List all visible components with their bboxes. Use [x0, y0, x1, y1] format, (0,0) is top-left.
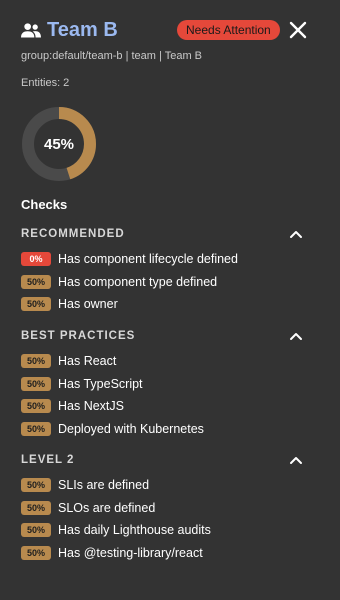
check-label: Deployed with Kubernetes: [58, 421, 204, 436]
check-label: Has NextJS: [58, 399, 124, 413]
chevron-up-icon[interactable]: [289, 331, 303, 341]
check-score-badge: 50%: [21, 297, 51, 311]
check-row: 50% SLOs are defined: [21, 500, 311, 516]
section-title: BEST PRACTICES: [21, 330, 136, 342]
check-label: Has component lifecycle defined: [58, 252, 238, 266]
entity-ref: group:default/team-b | team | Team B: [21, 50, 202, 62]
checks-heading: Checks: [21, 197, 68, 212]
check-label: Has @testing-library/react: [58, 545, 203, 560]
section-header: RECOMMENDED: [21, 226, 305, 244]
check-label: SLIs are defined: [58, 478, 150, 492]
check-row: 50% Has owner: [21, 296, 311, 312]
close-icon[interactable]: [289, 21, 307, 39]
check-row: 0% Has component lifecycle defined: [21, 251, 311, 267]
check-score-badge: 50%: [21, 478, 51, 492]
entity-count: Entities: 2: [21, 77, 70, 89]
section-title: RECOMMENDED: [21, 228, 125, 240]
status-badge: Needs Attention: [177, 20, 280, 40]
check-row: 50% SLIs are defined: [21, 477, 311, 493]
check-row: 50% Has daily Lighthouse audits: [21, 522, 311, 538]
check-score-badge: 50%: [21, 399, 51, 413]
section-header: BEST PRACTICES: [21, 328, 305, 346]
check-row: 50% Has @testing-library/react: [21, 545, 311, 561]
page-title: Team B: [47, 19, 118, 41]
check-score-badge: 50%: [21, 376, 51, 391]
check-row: 50% Has component type defined: [21, 274, 311, 290]
check-row: 50% Has NextJS: [21, 398, 311, 414]
check-label: Has TypeScript: [58, 376, 143, 391]
check-row: 50% Deployed with Kubernetes: [21, 421, 311, 437]
score-percent: 45%: [43, 135, 75, 153]
check-score-badge: 50%: [21, 421, 51, 436]
check-row: 50% Has TypeScript: [21, 376, 311, 392]
check-label: Has component type defined: [58, 274, 218, 289]
chevron-up-icon[interactable]: [289, 455, 303, 465]
team-icon: [21, 23, 41, 38]
check-label: Has owner: [58, 297, 118, 311]
check-score-badge: 50%: [21, 545, 51, 560]
panel-header: Team B Needs Attention: [21, 18, 340, 44]
check-score-badge: 0%: [21, 252, 51, 266]
check-score-badge: 50%: [21, 500, 51, 515]
check-label: Has React: [58, 354, 117, 368]
check-score-badge: 50%: [21, 274, 51, 289]
section-header: LEVEL 2: [21, 452, 305, 470]
check-row: 50% Has React: [21, 353, 311, 369]
check-label: SLOs are defined: [58, 500, 156, 515]
chevron-up-icon[interactable]: [289, 229, 303, 239]
check-score-badge: 50%: [21, 354, 51, 368]
check-label: Has daily Lighthouse audits: [58, 523, 211, 537]
section-title: LEVEL 2: [21, 454, 75, 466]
check-score-badge: 50%: [21, 523, 51, 537]
